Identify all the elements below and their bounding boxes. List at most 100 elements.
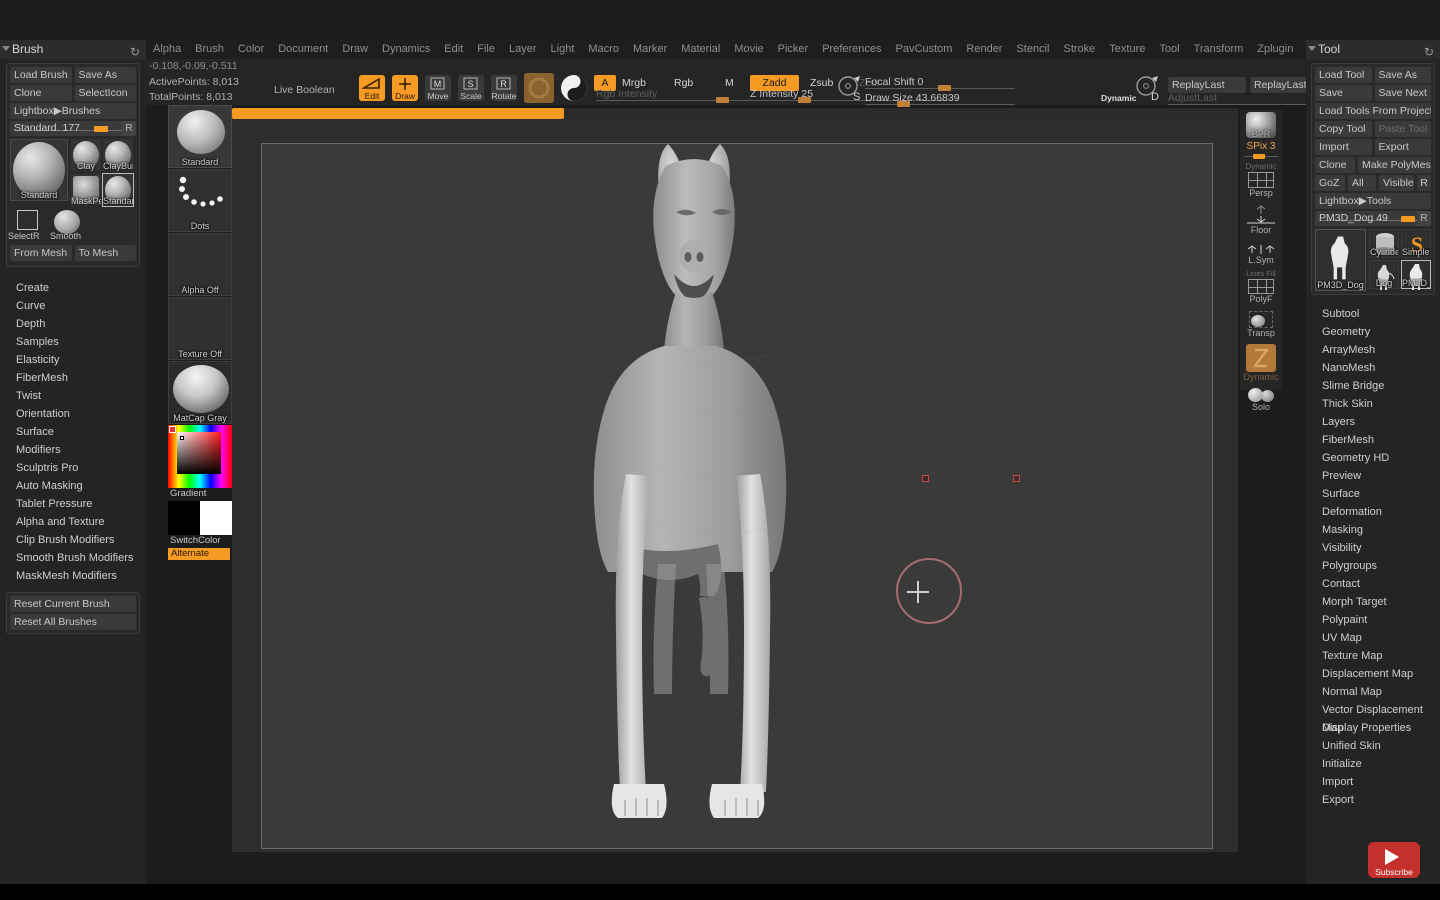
tool-menu-item-visibility[interactable]: Visibility bbox=[1306, 539, 1440, 557]
tool-menu-item-polygroups[interactable]: Polygroups bbox=[1306, 557, 1440, 575]
gradient-row[interactable]: Gradient bbox=[168, 488, 232, 501]
material-sphere-icon[interactable] bbox=[559, 73, 589, 103]
tool-menu-item-morph-target[interactable]: Morph Target bbox=[1306, 593, 1440, 611]
make-polymesh3d-button[interactable]: Make PolyMesh3D bbox=[1358, 157, 1431, 173]
color-secondary-swatch[interactable] bbox=[200, 501, 232, 535]
brush-menu-item-surface[interactable]: Surface bbox=[0, 423, 146, 441]
select-icon-button[interactable]: SelectIcon bbox=[75, 85, 137, 101]
tool-index-slider[interactable]: PM3D_Dog 49 R bbox=[1315, 211, 1431, 226]
brush-preview-thumb[interactable]: Standard bbox=[168, 105, 232, 168]
live-boolean-button[interactable]: Live Boolean bbox=[274, 84, 335, 96]
draw-size-knob[interactable] bbox=[897, 101, 910, 107]
alternate-button[interactable]: Alternate bbox=[168, 548, 230, 560]
brush-index-slider[interactable]: Standard. 177 R bbox=[10, 121, 136, 136]
tool-import-button[interactable]: Import bbox=[1315, 139, 1372, 155]
save-next-button[interactable]: Save Next bbox=[1375, 85, 1432, 101]
color-picker-widget[interactable] bbox=[168, 425, 232, 488]
material-preview-thumb[interactable]: MatCap Gray bbox=[168, 361, 232, 424]
menu-transform[interactable]: Transform bbox=[1187, 40, 1251, 59]
brush-thumb-maskpen[interactable]: MaskPe bbox=[71, 174, 101, 206]
switch-color-widget[interactable] bbox=[168, 501, 232, 535]
load-tool-button[interactable]: Load Tool bbox=[1315, 67, 1372, 83]
canvas-marker-left[interactable] bbox=[922, 475, 929, 482]
brush-menu-item-clip-brush-modifiers[interactable]: Clip Brush Modifiers bbox=[0, 531, 146, 549]
menu-light[interactable]: Light bbox=[544, 40, 582, 59]
tool-thumb-dog[interactable]: Dog bbox=[1369, 260, 1399, 289]
menu-macro[interactable]: Macro bbox=[581, 40, 626, 59]
draw-mode-button[interactable]: Draw bbox=[392, 75, 418, 101]
tool-menu-item-initialize[interactable]: Initialize bbox=[1306, 755, 1440, 773]
brush-menu-item-fibermesh[interactable]: FiberMesh bbox=[0, 369, 146, 387]
brush-menu-item-maskmesh-modifiers[interactable]: MaskMesh Modifiers bbox=[0, 567, 146, 585]
bpr-button[interactable]: BPR bbox=[1240, 110, 1282, 139]
tool-menu-item-export[interactable]: Export bbox=[1306, 791, 1440, 809]
tool-menu-item-import[interactable]: Import bbox=[1306, 773, 1440, 791]
subscribe-button[interactable]: Subscribe bbox=[1368, 842, 1420, 878]
goz-button[interactable]: GoZ bbox=[1315, 175, 1345, 191]
tool-menu-item-nanomesh[interactable]: NanoMesh bbox=[1306, 359, 1440, 377]
perspective-button[interactable]: Dynamic Persp bbox=[1240, 162, 1282, 198]
color-primary-swatch[interactable] bbox=[168, 501, 200, 535]
menu-texture[interactable]: Texture bbox=[1102, 40, 1152, 59]
brush-thumb-standard2[interactable]: Standar bbox=[103, 174, 133, 206]
tool-menu-item-contact[interactable]: Contact bbox=[1306, 575, 1440, 593]
menu-color[interactable]: Color bbox=[231, 40, 271, 59]
tool-save-as-button[interactable]: Save As bbox=[1375, 67, 1432, 83]
collapse-triangle-icon[interactable] bbox=[2, 46, 10, 51]
tool-menu-item-normal-map[interactable]: Normal Map bbox=[1306, 683, 1440, 701]
tool-menu-item-fibermesh[interactable]: FiberMesh bbox=[1306, 431, 1440, 449]
menu-alpha[interactable]: Alpha bbox=[146, 40, 188, 59]
save-tool-button[interactable]: Save bbox=[1315, 85, 1372, 101]
tool-menu-item-slime-bridge[interactable]: Slime Bridge bbox=[1306, 377, 1440, 395]
tool-menu-item-uv-map[interactable]: UV Map bbox=[1306, 629, 1440, 647]
floor-button[interactable]: Floor bbox=[1240, 203, 1282, 235]
brush-menu-item-twist[interactable]: Twist bbox=[0, 387, 146, 405]
brush-thumb-standard[interactable]: Standard bbox=[10, 139, 68, 201]
active-material-swatch[interactable] bbox=[524, 73, 554, 103]
stroke-d-icon[interactable]: D bbox=[1134, 74, 1166, 102]
tool-collapse-triangle-icon[interactable] bbox=[1308, 46, 1316, 51]
solo-button[interactable]: Solo bbox=[1240, 385, 1282, 412]
brush-menu-item-curve[interactable]: Curve bbox=[0, 297, 146, 315]
dynamesh-button[interactable]: Dynamic bbox=[1240, 344, 1282, 382]
lightbox-brushes-button[interactable]: Lightbox▶Brushes bbox=[10, 103, 136, 119]
menu-render[interactable]: Render bbox=[959, 40, 1009, 59]
tool-menu-item-thick-skin[interactable]: Thick Skin bbox=[1306, 395, 1440, 413]
menu-tool[interactable]: Tool bbox=[1152, 40, 1186, 59]
stroke-s-icon[interactable]: S bbox=[836, 74, 868, 102]
visible-button[interactable]: Visible bbox=[1379, 175, 1414, 191]
brush-menu-item-smooth-brush-modifiers[interactable]: Smooth Brush Modifiers bbox=[0, 549, 146, 567]
tool-menu-item-polypaint[interactable]: Polypaint bbox=[1306, 611, 1440, 629]
tool-menu-item-layers[interactable]: Layers bbox=[1306, 413, 1440, 431]
color-current-swatch[interactable] bbox=[169, 426, 176, 433]
menu-brush[interactable]: Brush bbox=[188, 40, 231, 59]
local-symmetry-button[interactable]: L.Sym bbox=[1240, 243, 1282, 265]
rgb-intensity-knob[interactable] bbox=[716, 97, 729, 103]
tool-menu-item-texture-map[interactable]: Texture Map bbox=[1306, 647, 1440, 665]
tool-menu-item-surface[interactable]: Surface bbox=[1306, 485, 1440, 503]
menu-material[interactable]: Material bbox=[674, 40, 727, 59]
z-intensity-knob[interactable] bbox=[798, 97, 811, 103]
tool-palette-title[interactable]: Tool ↻ bbox=[1306, 40, 1440, 59]
menu-pavcustom[interactable]: PavCustom bbox=[889, 40, 960, 59]
stroke-preview-thumb[interactable]: Dots bbox=[168, 169, 232, 232]
brush-menu-item-alpha-and-texture[interactable]: Alpha and Texture bbox=[0, 513, 146, 531]
reset-all-brushes-button[interactable]: Reset All Brushes bbox=[10, 614, 136, 630]
tool-menu-item-vector-displacement-map[interactable]: Vector Displacement Map bbox=[1306, 701, 1440, 719]
spix-slider[interactable]: SPix 3 bbox=[1240, 142, 1282, 160]
replay-last-button[interactable]: ReplayLast bbox=[1168, 77, 1246, 93]
clone-tool-button[interactable]: Clone bbox=[1315, 157, 1355, 173]
menu-stroke[interactable]: Stroke bbox=[1057, 40, 1103, 59]
color-cursor[interactable] bbox=[180, 436, 184, 440]
m-button[interactable]: M bbox=[725, 77, 734, 89]
menu-document[interactable]: Document bbox=[271, 40, 335, 59]
tool-refresh-icon[interactable]: ↻ bbox=[1424, 43, 1434, 62]
tool-menu-item-displacement-map[interactable]: Displacement Map bbox=[1306, 665, 1440, 683]
refresh-icon[interactable]: ↻ bbox=[130, 43, 140, 62]
menu-movie[interactable]: Movie bbox=[727, 40, 770, 59]
tool-export-button[interactable]: Export bbox=[1375, 139, 1432, 155]
brush-thumb-clay[interactable]: Clay bbox=[71, 139, 101, 171]
all-button[interactable]: All bbox=[1348, 175, 1376, 191]
tool-slider-r-badge[interactable]: R bbox=[1417, 211, 1431, 226]
lightbox-tools-button[interactable]: Lightbox▶Tools bbox=[1315, 193, 1431, 209]
